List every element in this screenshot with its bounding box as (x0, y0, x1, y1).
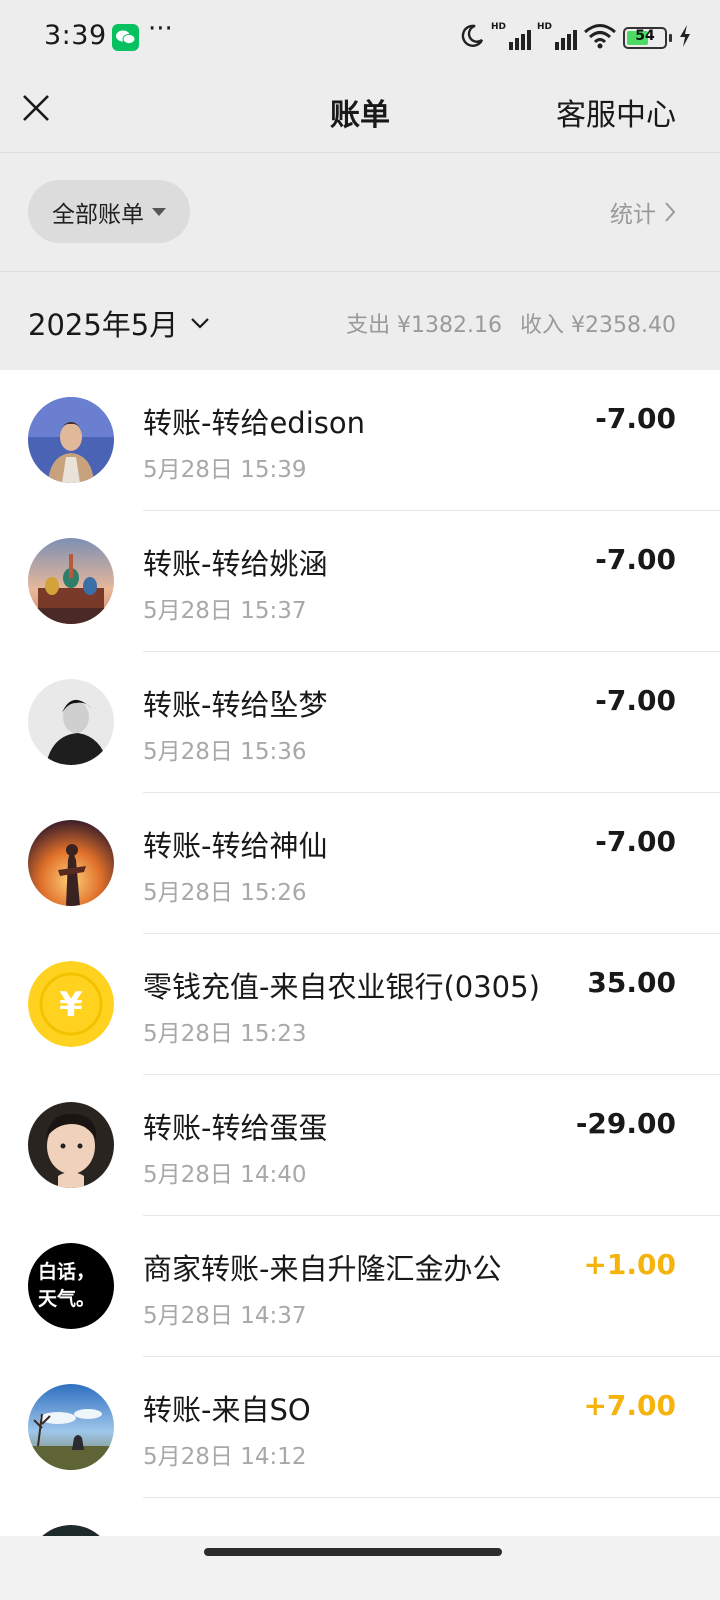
avatar (28, 397, 114, 483)
transaction-time: 5月28日 14:12 (143, 1444, 307, 1470)
chevron-right-icon (665, 202, 676, 222)
merchant-avatar-text: 白话，天气。 (38, 1261, 96, 1310)
transaction-row[interactable]: 白话，天气。 商家转账-来自升隆汇金办公 5月28日 14:37 +1.00 (0, 1216, 720, 1357)
transaction-title: 转账-转给edison (143, 406, 366, 440)
nav-bar: 账单 客服中心 (0, 76, 720, 153)
transaction-title: 零钱充值-来自农业银行(0305) (143, 970, 540, 1004)
filter-bar: 全部账单 统计 (0, 153, 720, 272)
transaction-amount: +7.00 (583, 1389, 676, 1422)
charging-icon (678, 24, 692, 52)
avatar (28, 1384, 114, 1470)
battery-level: 54 (635, 28, 655, 44)
status-bar: 3:39 ··· HD HD 54 (0, 0, 720, 76)
battery-icon: 54 (623, 27, 667, 49)
transaction-time: 5月28日 15:36 (143, 739, 307, 765)
statistics-link[interactable]: 统计 (610, 195, 676, 229)
bill-type-dropdown[interactable]: 全部账单 (28, 180, 190, 243)
hd-signal-icon: HD (537, 22, 577, 54)
moon-icon (459, 23, 485, 53)
month-header: 2025年5月 支出 ¥1382.16 收入 ¥2358.40 (0, 272, 720, 370)
transaction-title: 转账-转给坠梦 (143, 688, 328, 722)
transaction-time: 5月28日 15:26 (143, 880, 307, 906)
home-indicator[interactable] (204, 1548, 502, 1556)
statistics-label: 统计 (610, 202, 656, 228)
transaction-row[interactable]: 转账-转给神仙 5月28日 15:26 -7.00 (0, 793, 720, 934)
transaction-row[interactable]: 转账-来自SO 5月28日 14:12 +7.00 (0, 1357, 720, 1498)
month-income: 收入 ¥2358.40 (520, 313, 676, 338)
transaction-time: 5月28日 14:37 (143, 1303, 307, 1329)
transaction-amount: -7.00 (595, 825, 676, 858)
transaction-time: 5月28日 15:39 (143, 457, 307, 483)
transaction-time: 5月28日 15:37 (143, 598, 307, 624)
avatar (28, 679, 114, 765)
chevron-down-icon (191, 318, 210, 329)
avatar: 白话，天气。 (28, 1243, 114, 1329)
customer-service-link[interactable]: 客服中心 (556, 90, 676, 134)
close-icon[interactable] (18, 90, 54, 126)
status-time: 3:39 (44, 20, 107, 51)
yuan-glyph: ¥ (59, 985, 83, 1025)
transaction-time: 5月28日 15:23 (143, 1021, 307, 1047)
month-selector[interactable]: 2025年5月 (28, 302, 210, 344)
transaction-amount: -29.00 (575, 1107, 676, 1140)
transaction-time: 5月28日 14:40 (143, 1162, 307, 1188)
wifi-icon (583, 23, 617, 53)
month-summary: 支出 ¥1382.16 收入 ¥2358.40 (346, 307, 676, 339)
transaction-row[interactable]: 转账-转给姚涵 5月28日 15:37 -7.00 (0, 511, 720, 652)
avatar (28, 1102, 114, 1188)
avatar (28, 538, 114, 624)
transaction-amount: -7.00 (595, 543, 676, 576)
transaction-amount: +1.00 (583, 1248, 676, 1281)
transaction-title: 商家转账-来自升隆汇金办公 (143, 1252, 502, 1286)
transaction-row[interactable]: 转账-转给蛋蛋 5月28日 14:40 -29.00 (0, 1075, 720, 1216)
transaction-row[interactable]: 转账-转给edison 5月28日 15:39 -7.00 (0, 370, 720, 511)
transaction-title: 转账-来自SO (143, 1393, 311, 1427)
transaction-title: 转账-转给姚涵 (143, 547, 328, 581)
wechat-icon (112, 24, 139, 51)
transaction-row[interactable]: ¥ 零钱充值-来自农业银行(0305) 5月28日 15:23 35.00 (0, 934, 720, 1075)
caret-down-icon (152, 207, 166, 216)
more-notifications-icon: ··· (148, 14, 173, 44)
transaction-title: 转账-转给蛋蛋 (143, 1111, 328, 1145)
hd-signal-icon: HD (491, 22, 531, 54)
bill-type-label: 全部账单 (52, 201, 144, 228)
transaction-row[interactable]: 转账-转给坠梦 5月28日 15:36 -7.00 (0, 652, 720, 793)
transaction-amount: -7.00 (595, 402, 676, 435)
avatar (28, 820, 114, 906)
yuan-coin-icon: ¥ (28, 961, 114, 1047)
transaction-title: 转账-转给神仙 (143, 829, 328, 863)
month-expense: 支出 ¥1382.16 (346, 313, 503, 338)
transaction-amount: 35.00 (587, 966, 676, 999)
gesture-bar (0, 1536, 720, 1600)
transaction-amount: -7.00 (595, 684, 676, 717)
month-label: 2025年5月 (28, 308, 179, 342)
transaction-list: 转账-转给edison 5月28日 15:39 -7.00 转账-转给姚涵 5月… (0, 370, 720, 1498)
